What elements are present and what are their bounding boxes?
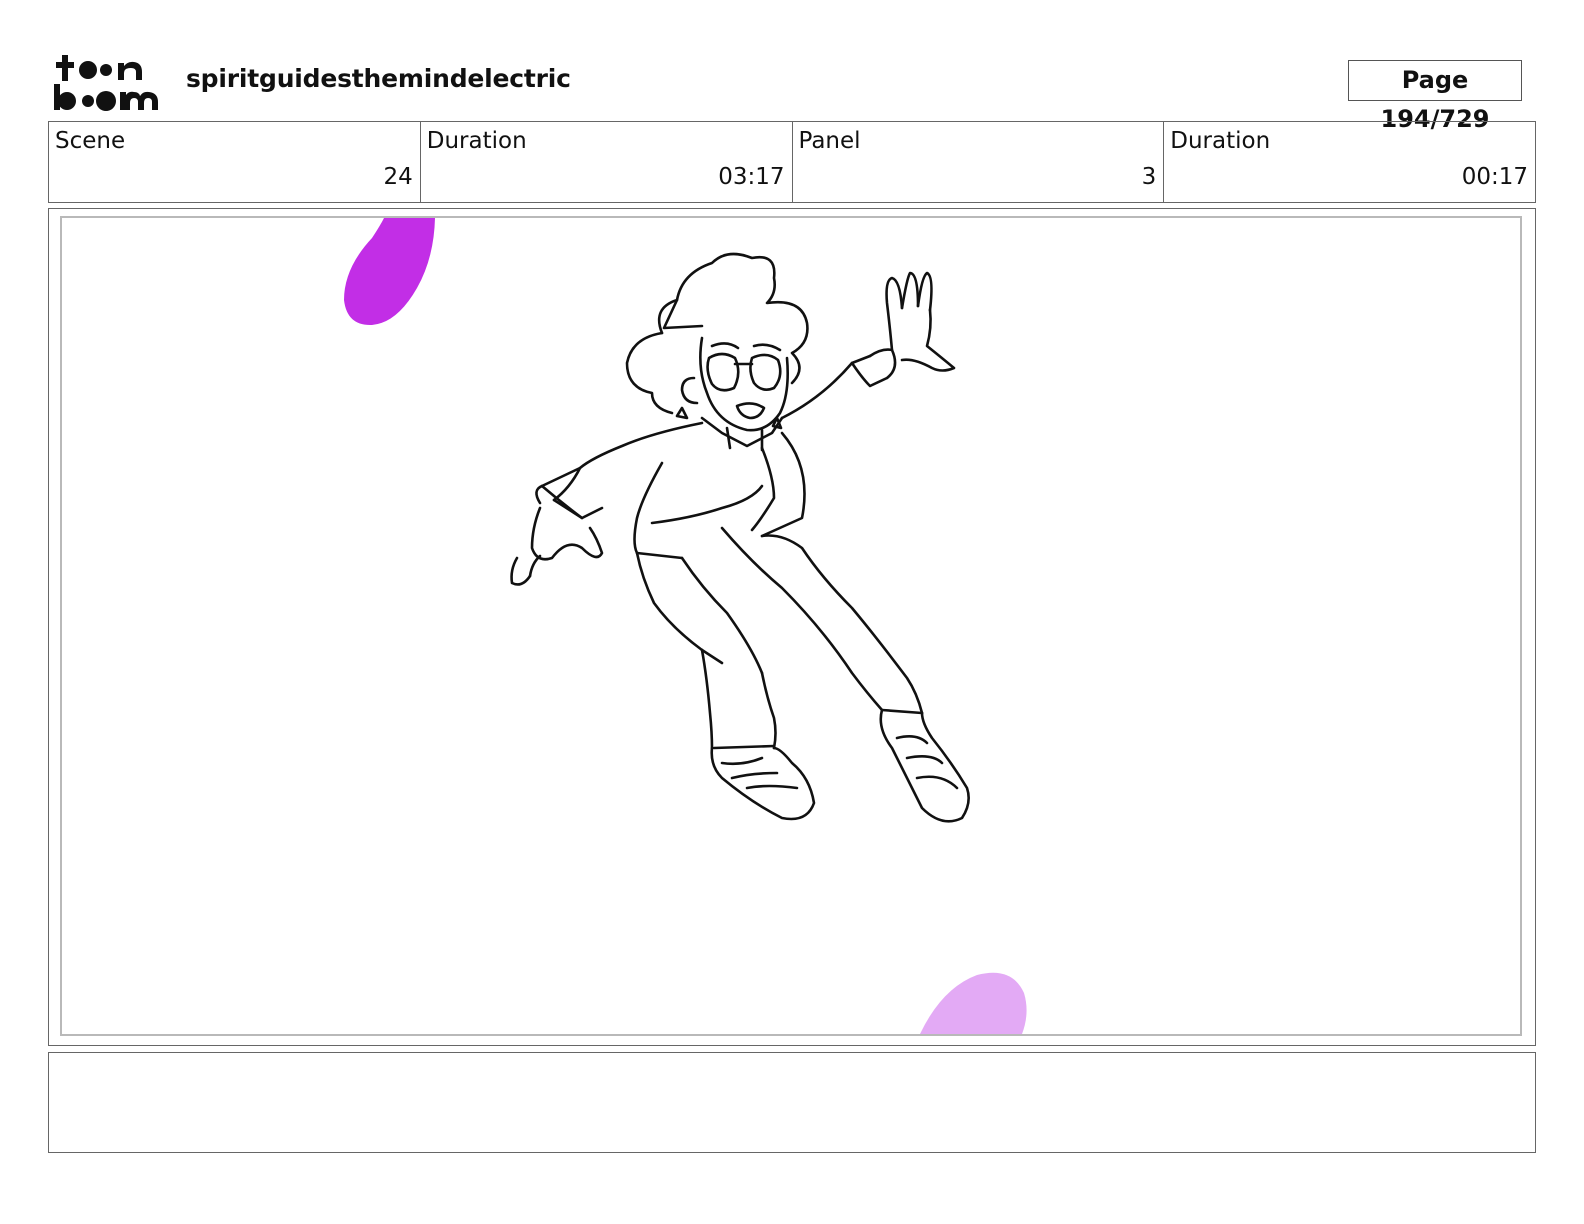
scene-duration-cell: Duration 03:17 xyxy=(421,122,793,202)
scene-label: Scene xyxy=(55,128,126,154)
panel-cell: Panel 3 xyxy=(793,122,1165,202)
page-indicator: Page 194/729 xyxy=(1348,60,1522,133)
storyboard-panel-image xyxy=(60,216,1522,1036)
panel-value: 3 xyxy=(1141,164,1157,190)
storyboard-panel-frame xyxy=(48,208,1536,1046)
panel-label: Panel xyxy=(798,128,861,154)
character-sketch xyxy=(510,252,970,823)
project-title: spiritguidesthemindelectric xyxy=(186,64,571,93)
panel-notes-box xyxy=(48,1052,1536,1153)
panel-drawing xyxy=(344,218,1027,1034)
magenta-petal-shape xyxy=(344,218,435,326)
light-magenta-blob-shape xyxy=(920,972,1027,1034)
scene-duration-value: 03:17 xyxy=(718,164,785,190)
toon-boom-logo xyxy=(52,52,164,112)
panel-duration-value: 00:17 xyxy=(1461,164,1528,190)
panel-duration-cell: Duration 00:17 xyxy=(1164,122,1535,202)
scene-info-table: Scene 24 Duration 03:17 Panel 3 Duration… xyxy=(48,121,1536,203)
scene-duration-label: Duration xyxy=(426,128,527,154)
scene-value: 24 xyxy=(383,164,413,190)
toon-boom-logo-mark xyxy=(54,55,158,111)
scene-cell: Scene 24 xyxy=(49,122,421,202)
panel-duration-label: Duration xyxy=(1170,128,1271,154)
